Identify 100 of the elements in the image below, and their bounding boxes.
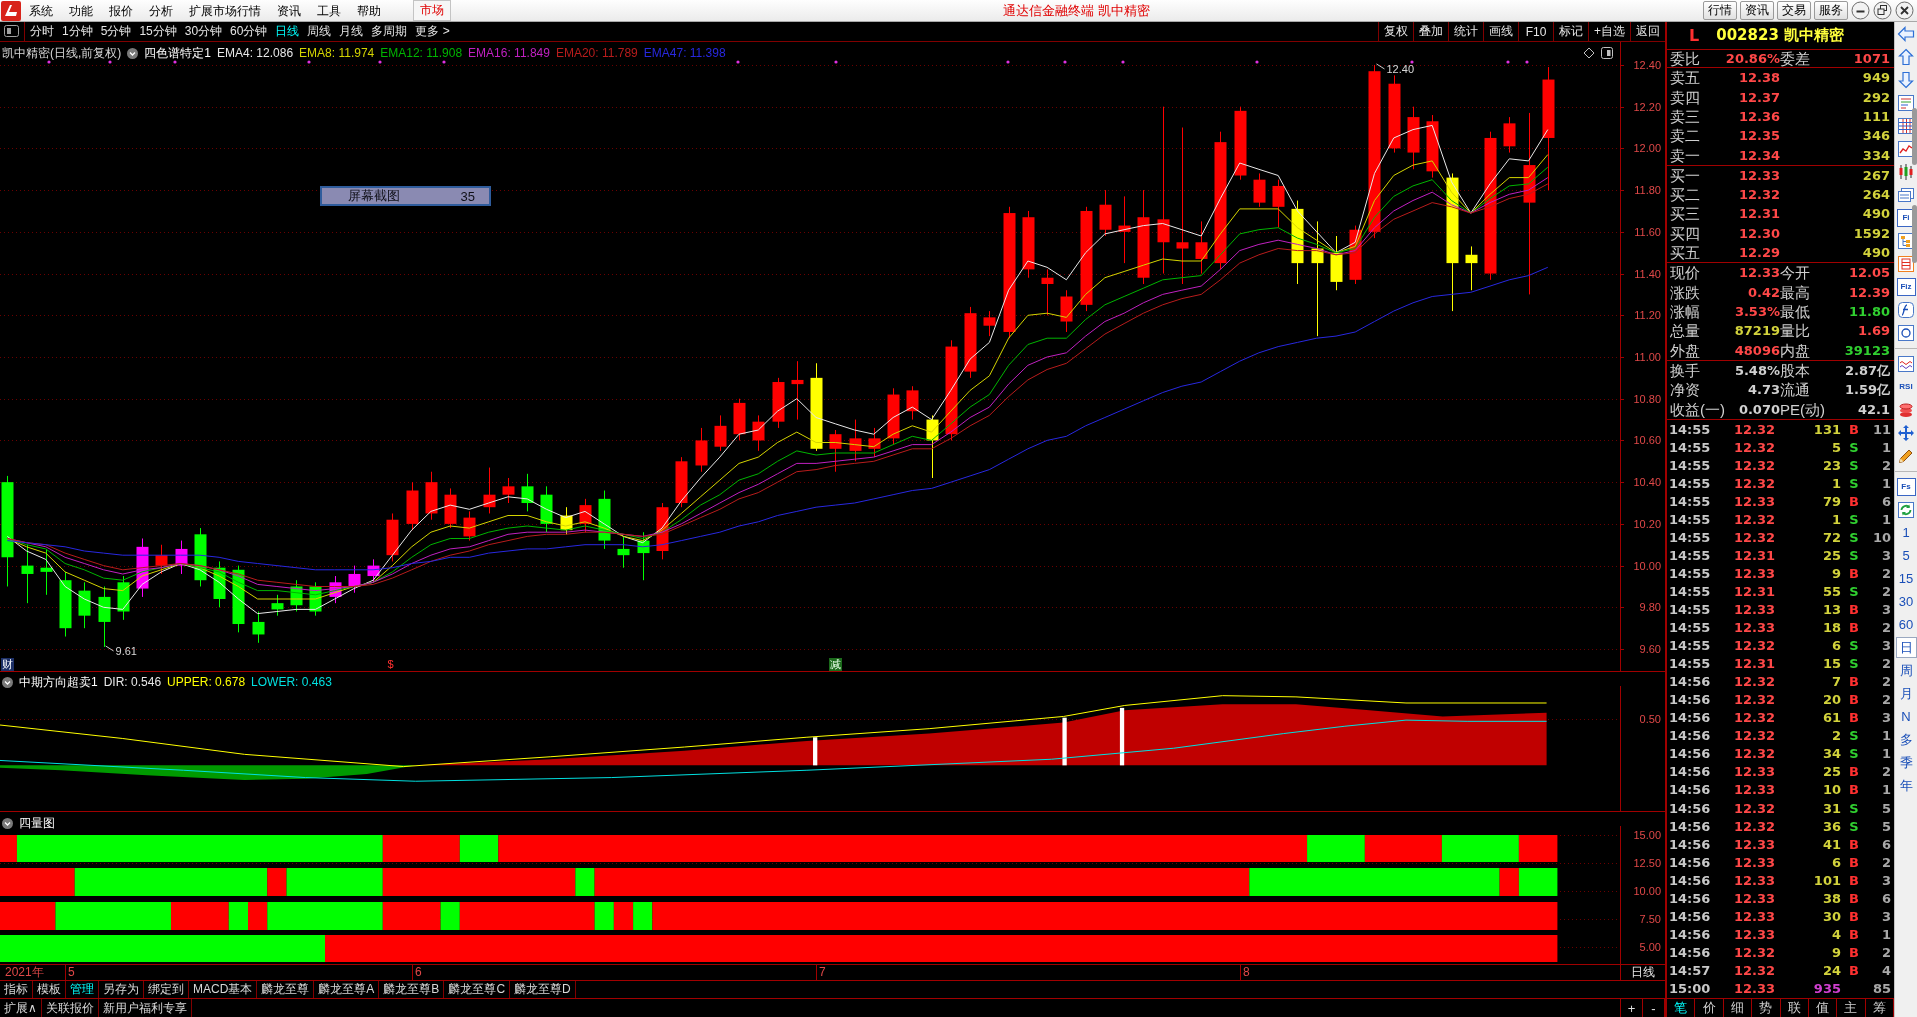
period-tab[interactable]: 日线 (271, 22, 304, 41)
refresh-icon[interactable] (1897, 500, 1915, 519)
period-tab[interactable]: 5分钟 (96, 22, 136, 41)
detail-tab[interactable]: 势 (1752, 999, 1781, 1017)
detail-tab[interactable]: 联 (1780, 999, 1809, 1017)
candlestick-icon[interactable] (1897, 162, 1915, 181)
indicator-name[interactable]: 四色谱特定1 (144, 45, 211, 61)
period-tab[interactable]: 分时 (26, 22, 58, 41)
zoom-button[interactable]: + (1621, 999, 1643, 1017)
indicator-tab[interactable]: 模板 (33, 981, 66, 998)
period-button[interactable]: N (1895, 706, 1917, 727)
period-button[interactable]: 多 (1895, 729, 1917, 750)
detail-tab[interactable]: 笔 (1667, 999, 1696, 1017)
quick-button[interactable]: 服务 (1814, 1, 1848, 20)
period-button[interactable]: 日 (1895, 637, 1917, 658)
report-icon[interactable] (1897, 93, 1915, 112)
close-icon[interactable] (1895, 1, 1914, 20)
quick-button[interactable]: 资讯 (1740, 1, 1774, 20)
period-tab[interactable]: 60分钟 (226, 22, 272, 41)
restore-icon[interactable] (1873, 1, 1892, 20)
period-button[interactable]: 60 (1895, 614, 1917, 635)
function-icon[interactable] (1897, 300, 1915, 319)
period-tab[interactable]: 15分钟 (135, 22, 181, 41)
market-button[interactable]: 市场 (413, 0, 451, 21)
toolbar-button[interactable]: 统计 (1448, 22, 1483, 41)
extension-tab[interactable]: 扩展∧ (0, 999, 42, 1017)
left-arrow-icon[interactable] (1897, 24, 1915, 43)
menu-item[interactable]: 工具 (309, 0, 349, 22)
detail-tab[interactable]: 价 (1695, 999, 1724, 1017)
up-arrow-icon[interactable] (1897, 47, 1915, 66)
menu-item[interactable]: 报价 (101, 0, 141, 22)
period-tab[interactable]: 多周期 (367, 22, 412, 41)
toolbar-button[interactable]: +自选 (1588, 22, 1630, 41)
indicator-tab[interactable]: 管理 (66, 981, 99, 998)
dropdown-icon[interactable] (2, 676, 13, 688)
menu-item[interactable]: 分析 (141, 0, 181, 22)
extension-tab[interactable]: 新用户福利专享 (98, 999, 192, 1017)
detail-tab[interactable]: 值 (1808, 999, 1838, 1017)
event-label[interactable]: 财 (1, 658, 15, 671)
move-icon[interactable] (1897, 423, 1915, 442)
indicator-tab[interactable]: 绑定到 (144, 981, 189, 998)
period-tab[interactable]: 更多 > (411, 22, 454, 41)
down-arrow-icon[interactable] (1897, 70, 1915, 89)
indicator-tab[interactable]: 指标 (0, 981, 33, 998)
quick-button[interactable]: 交易 (1777, 1, 1811, 20)
indicator-tab[interactable]: 麟龙至尊B (379, 981, 445, 998)
period-button[interactable]: 30 (1895, 591, 1917, 612)
wave-chart-icon[interactable] (1897, 354, 1915, 373)
quick-button[interactable]: 行情 (1703, 1, 1737, 20)
coins-icon[interactable] (1897, 400, 1915, 419)
dropdown-icon[interactable] (127, 47, 139, 59)
document-icon[interactable] (1897, 254, 1915, 273)
period-button[interactable]: 15 (1895, 568, 1917, 589)
tooltip-count: 35 (460, 188, 475, 204)
menu-item[interactable]: 功能 (61, 0, 101, 22)
extension-tab[interactable]: 关联报价 (41, 999, 99, 1017)
dropdown-icon[interactable] (2, 817, 13, 829)
toolbar-button[interactable]: 叠加 (1413, 22, 1448, 41)
period-button[interactable]: 月 (1895, 683, 1917, 704)
indicator-tab[interactable]: 麟龙至尊D (510, 981, 576, 998)
detail-tab[interactable]: 细 (1723, 999, 1753, 1017)
toolbar-button[interactable]: 标记 (1553, 22, 1588, 41)
event-label[interactable]: $ (386, 658, 395, 671)
menu-item[interactable]: 扩展市场行情 (181, 0, 269, 22)
scroll-handle[interactable] (1912, 108, 1917, 165)
detail-tab[interactable]: 主 (1837, 999, 1866, 1017)
toolbar-button[interactable]: 复权 (1378, 22, 1413, 41)
indicator-tab[interactable]: 麟龙至尊 (257, 981, 315, 998)
period-button[interactable]: 周 (1895, 660, 1917, 681)
tool-button[interactable]: RSI (1896, 377, 1916, 396)
menu-item[interactable]: 系统 (21, 0, 61, 22)
event-label[interactable]: 减 (829, 658, 843, 671)
period-button[interactable]: 季 (1895, 752, 1917, 773)
toolbar-button[interactable]: F10 (1518, 22, 1553, 41)
indicator-name[interactable]: 四量图 (19, 815, 55, 831)
period-tab[interactable]: 1分钟 (58, 22, 97, 41)
menu-item[interactable]: 帮助 (349, 0, 389, 22)
period-tab[interactable]: 周线 (303, 22, 336, 41)
indicator-tab[interactable]: 另存为 (99, 981, 144, 998)
period-button[interactable]: 1 (1895, 522, 1917, 543)
period-tab[interactable]: 30分钟 (180, 22, 227, 41)
scroll-handle[interactable] (1912, 205, 1917, 263)
tick-time: 14:56 (1669, 764, 1711, 780)
ask-price: 12.34 (1738, 147, 1780, 163)
indicator-name[interactable]: 中期方向超卖1 (19, 674, 98, 690)
panel-toggle-icon[interactable] (4, 25, 19, 37)
toolbar-button[interactable]: 画线 (1483, 22, 1518, 41)
indicator-tab[interactable]: MACD基本 (189, 981, 258, 998)
period-button[interactable]: 5 (1895, 545, 1917, 566)
panel-icon[interactable] (1601, 47, 1613, 59)
windows-icon[interactable] (1897, 185, 1915, 204)
diamond-icon[interactable] (1583, 47, 1595, 59)
period-tab[interactable]: 月线 (335, 22, 368, 41)
menu-item[interactable]: 资讯 (269, 0, 309, 22)
tool-button[interactable]: Fs (1896, 477, 1916, 496)
indicator-tab[interactable]: 麟龙至尊A (314, 981, 380, 998)
period-button[interactable]: 年 (1895, 775, 1917, 796)
minimize-icon[interactable] (1851, 1, 1870, 20)
tool-button[interactable]: Fiz (1896, 277, 1916, 296)
indicator-tab[interactable]: 麟龙至尊C (444, 981, 511, 998)
